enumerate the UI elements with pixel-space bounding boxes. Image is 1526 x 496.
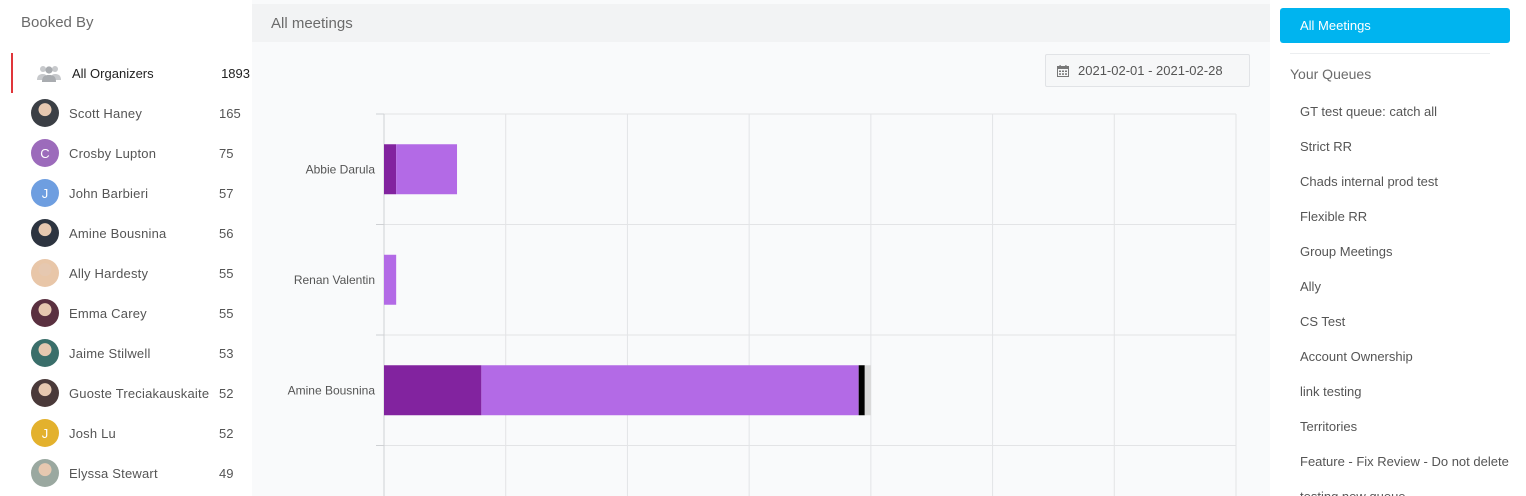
organizer-name: Josh Lu [69,425,116,441]
organizer-count: 56 [219,225,234,241]
organizer-row[interactable]: J Josh Lu 52 [0,413,252,453]
organizer-all-count: 1893 [221,65,250,81]
organizer-all[interactable]: All Organizers 1893 [11,53,252,93]
organizer-name: Jaime Stilwell [69,345,151,361]
chart-bar-segment [864,365,871,416]
organizer-row[interactable]: J John Barbieri 57 [0,173,252,213]
page-title: All meetings [271,14,353,32]
chart-bar-segment [384,365,482,416]
queues-panel: All Meetings Your Queues GT test queue: … [1270,0,1526,496]
avatar [31,299,59,327]
avatar [31,339,59,367]
chart-bar-segment [858,365,865,416]
avatar [31,379,59,407]
booked-by-title: Booked By [21,14,94,31]
chart-svg: Abbie Darula Renan Valentin Amine Bousnina [288,113,1237,496]
queue-list: GT test queue: catch all Strict RR Chads i… [1270,94,1526,496]
avatar [31,99,59,127]
organizer-count: 53 [219,345,234,361]
avatar: J [31,419,59,447]
queue-item-label: Feature - Fix Review - Do not delete [1300,454,1509,469]
organizer-name: Crosby Lupton [69,145,157,161]
avatar: C [31,139,59,167]
organizer-name: John Barbieri [69,185,149,201]
queue-item[interactable]: link testing [1270,374,1510,409]
organizer-all-label: All Organizers [72,65,154,81]
date-range-picker[interactable]: 2021-02-01 - 2021-02-28 [1045,54,1250,87]
organizer-row[interactable]: C Crosby Lupton 75 [0,133,252,173]
date-range-text: 2021-02-01 - 2021-02-28 [1078,63,1223,78]
organizer-name: Emma Carey [69,305,147,321]
chart-category-label: Renan Valentin [294,273,375,287]
queue-item-label: Group Meetings [1300,244,1393,259]
meetings-bar-chart: Abbie Darula Renan Valentin Amine Bousnina [252,100,1270,496]
queue-item[interactable]: CS Test [1270,304,1510,339]
people-group-icon [37,66,61,82]
chart-category-label: Amine Bousnina [288,383,376,397]
organizer-count: 165 [219,105,241,121]
organizer-count: 49 [219,465,234,481]
all-meetings-button[interactable]: All Meetings [1280,8,1510,43]
calendar-icon [1057,64,1069,77]
chart-category-label: Abbie Darula [306,162,376,176]
chart-bar-segment [384,254,397,305]
chart-bar-segment [384,144,397,195]
organizer-count: 57 [219,185,234,201]
organizer-row[interactable]: Elyssa Stewart 49 [0,453,252,493]
organizer-row[interactable]: Emma Carey 55 [0,293,252,333]
queue-item[interactable]: Ally [1270,269,1510,304]
main-panel: All meetings 2021-02-01 - 2021-02-28 Abb… [252,0,1270,496]
queue-item-label: Territories [1300,419,1358,434]
organizer-row[interactable]: Ally Hardesty 55 [0,253,252,293]
avatar [31,259,59,287]
queue-item[interactable]: Strict RR [1270,129,1510,164]
organizer-list: Scott Haney 165 C Crosby Lupton 75 J John Barb… [0,93,252,493]
avatar [31,219,59,247]
organizer-name: Amine Bousnina [69,225,167,241]
queue-item-label: testing new queue [1300,489,1510,496]
organizer-name: Elyssa Stewart [69,465,158,481]
queue-item[interactable]: Flexible RR [1270,199,1510,234]
organizer-name: Ally Hardesty [69,265,149,281]
organizer-count: 55 [219,305,234,321]
organizer-row[interactable]: Scott Haney 165 [0,93,252,133]
avatar: J [31,179,59,207]
organizer-count: 75 [219,145,234,161]
divider [1290,53,1490,54]
queue-item[interactable]: Group Meetings [1270,234,1510,269]
avatar [31,459,59,487]
queue-item[interactable]: Territories [1270,409,1510,444]
queue-item-label: GT test queue: catch all [1300,104,1438,119]
your-queues-title: Your Queues [1290,66,1372,82]
booked-by-sidebar: Booked By All Organizers 1893 Scott Hane… [0,0,252,496]
queue-item[interactable]: Account Ownership [1270,339,1510,374]
organizer-count: 55 [219,265,234,281]
organizer-name: Guoste Treciakauskaite [69,385,210,401]
queue-item-label: Ally [1300,279,1321,294]
queue-item-label: Chads internal prod test [1300,174,1439,189]
organizer-count: 52 [219,385,234,401]
queue-item-label: link testing [1300,384,1362,399]
main-header: All meetings [252,4,1270,42]
organizer-row[interactable]: Jaime Stilwell 53 [0,333,252,373]
queue-item-label: Flexible RR [1300,209,1368,224]
organizer-row[interactable]: Guoste Treciakauskaite 52 [0,373,252,413]
organizer-name: Scott Haney [69,105,143,121]
queue-item-label: Account Ownership [1300,349,1413,364]
queue-item[interactable]: Chads internal prod test [1270,164,1510,199]
queue-item[interactable]: testing new queue [1270,479,1510,496]
queue-item[interactable]: GT test queue: catch all [1270,94,1510,129]
queue-item[interactable]: Feature - Fix Review - Do not delete [1270,444,1510,479]
queue-item-label: CS Test [1300,314,1346,329]
queue-item-label: Strict RR [1300,139,1352,154]
organizer-row[interactable]: Amine Bousnina 56 [0,213,252,253]
chart-bar-segment [396,144,458,195]
organizer-count: 52 [219,425,234,441]
chart-bar-segment [481,365,859,416]
